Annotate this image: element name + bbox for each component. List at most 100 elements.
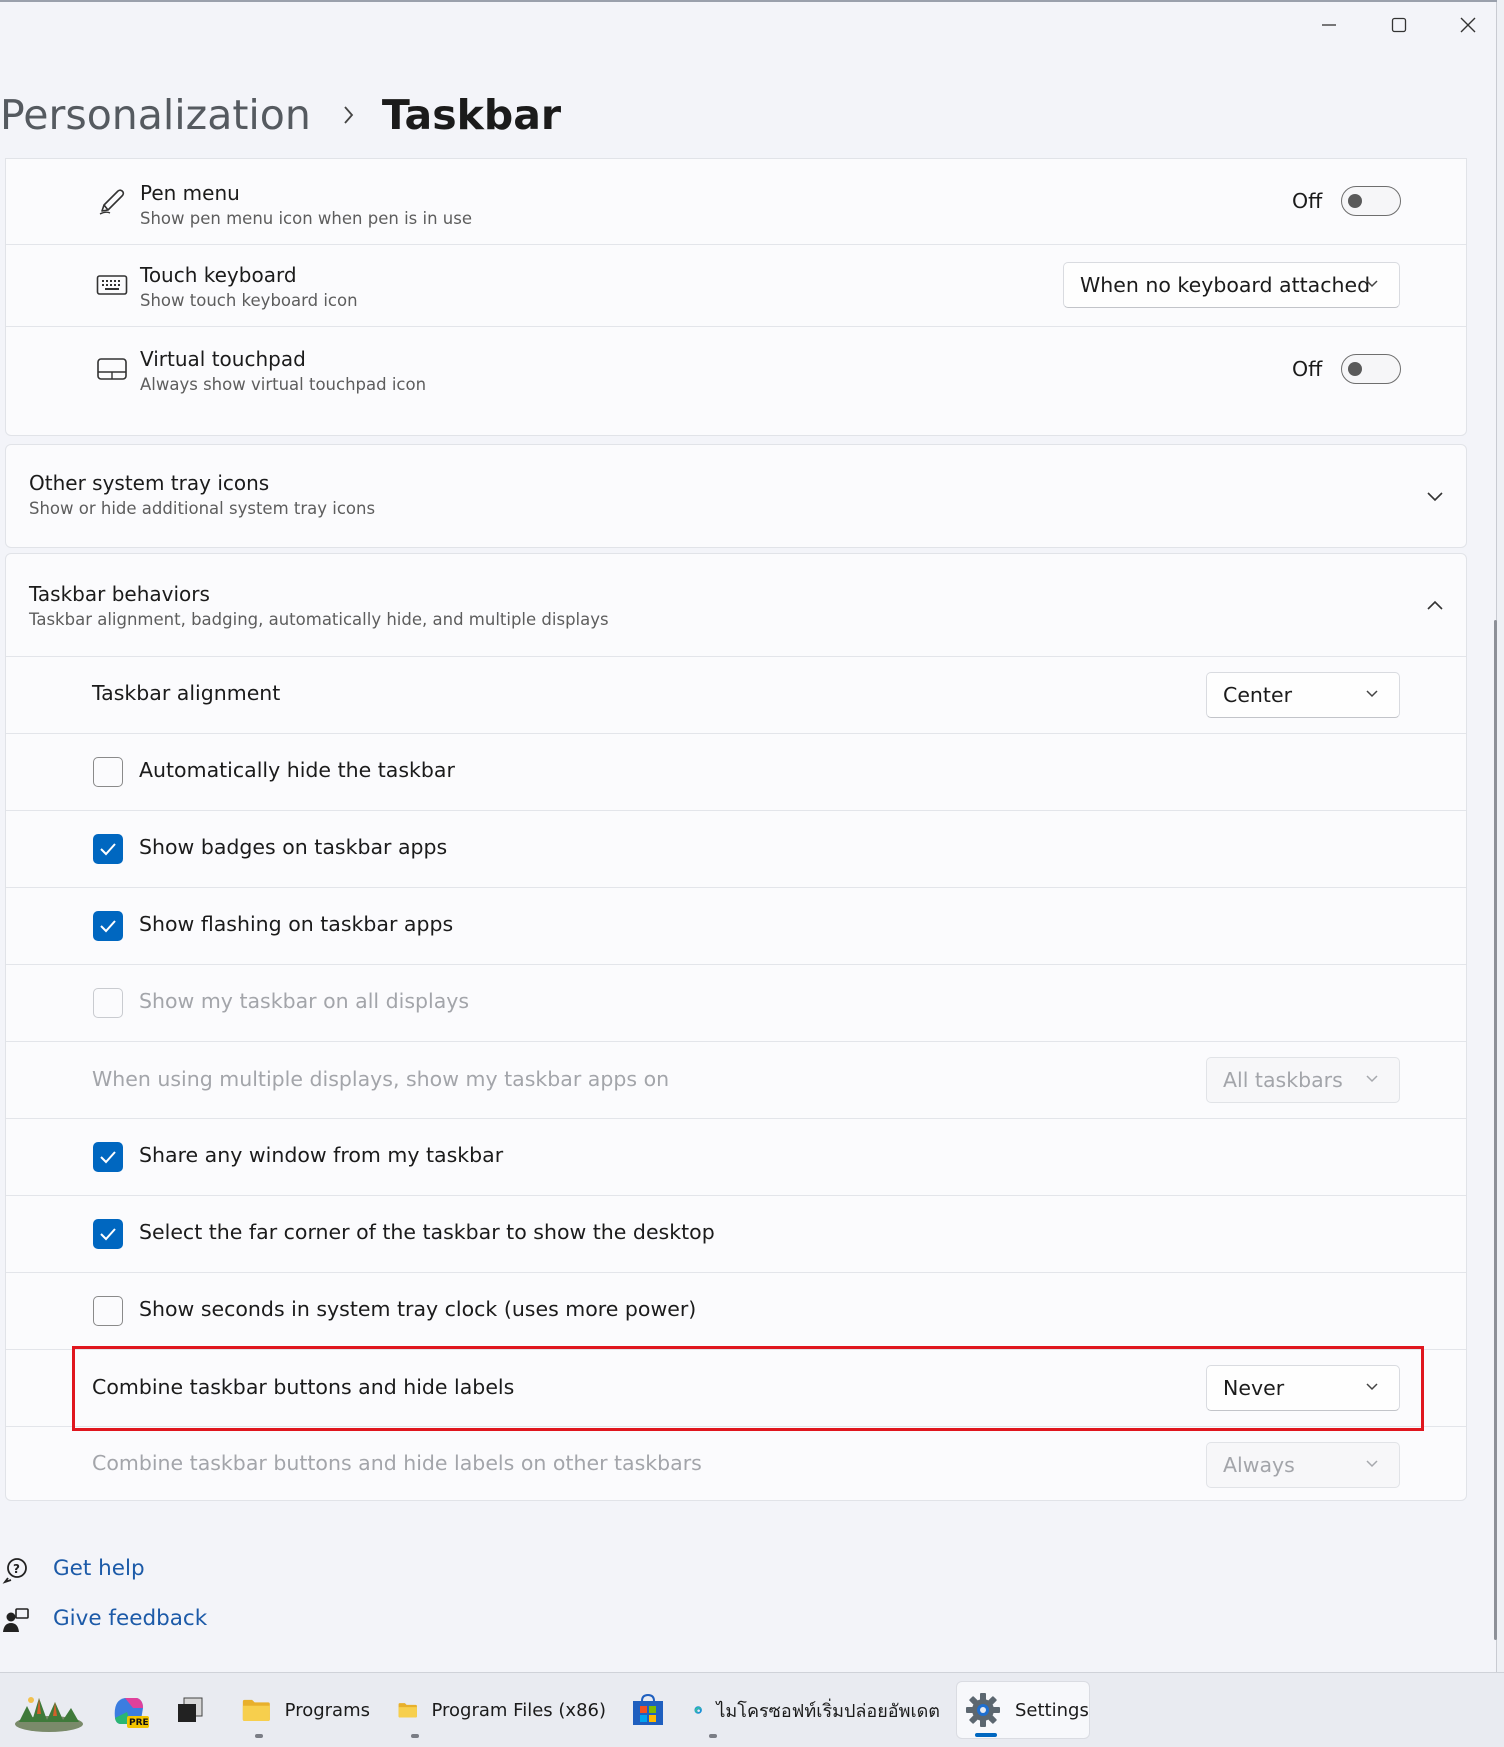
checkbox-row: Show my taskbar on all displays	[6, 965, 1466, 1042]
chevron-down-icon	[1366, 1383, 1378, 1391]
all-displays-checkbox[interactable]	[93, 988, 123, 1018]
keyboard-icon	[94, 267, 130, 303]
checkmark-icon	[100, 920, 116, 933]
checkbox-label: Automatically hide the taskbar	[139, 758, 455, 782]
setting-title: Virtual touchpad	[140, 347, 306, 371]
windows-taskbar: PRE Programs Program Files (x86) ไมโครซอ…	[0, 1672, 1504, 1747]
show-badges-checkbox[interactable]	[93, 834, 123, 864]
checkbox-row: Automatically hide the taskbar	[6, 734, 1466, 811]
window-top-border	[0, 0, 1497, 2]
breadcrumb: Personalization Taskbar	[0, 86, 561, 144]
scrollbar[interactable]	[1494, 620, 1497, 1640]
taskbar-behaviors-card: Taskbar behaviors Taskbar alignment, bad…	[5, 553, 1467, 1501]
minimize-icon	[1322, 24, 1336, 26]
taskbar-behaviors-expander[interactable]: Taskbar behaviors Taskbar alignment, bad…	[6, 554, 1466, 657]
multi-display-label: When using multiple displays, show my ta…	[92, 1067, 670, 1091]
folder-icon	[398, 1703, 417, 1718]
chevron-down-icon	[1366, 690, 1378, 698]
taskbar-app-program-files[interactable]: Program Files (x86)	[394, 1681, 606, 1739]
running-indicator	[411, 1734, 419, 1738]
checkbox-row: Show badges on taskbar apps	[6, 811, 1466, 888]
taskbar-app-label: Program Files (x86)	[431, 1699, 607, 1721]
setting-title: Pen menu	[140, 181, 240, 205]
expander-subtitle: Taskbar alignment, badging, automaticall…	[29, 610, 609, 629]
dropdown-value: All taskbars	[1223, 1068, 1343, 1092]
checkbox-row: Show flashing on taskbar apps	[6, 888, 1466, 965]
settings-window: Personalization Taskbar Pen menu Show pe…	[0, 0, 1497, 1672]
show-seconds-checkbox[interactable]	[93, 1296, 123, 1326]
pen-menu-toggle[interactable]	[1341, 186, 1401, 216]
taskbar-app-edge[interactable]: ไมโครซอฟท์เริ่มปล่อยอัพเดต	[690, 1681, 940, 1739]
checkbox-label: Show my taskbar on all displays	[139, 989, 470, 1013]
taskbar-app-programs[interactable]: Programs	[238, 1681, 370, 1739]
dropdown-value: When no keyboard attached	[1080, 273, 1371, 297]
checkbox-label: Select the far corner of the taskbar to …	[139, 1220, 715, 1244]
chevron-down-icon	[1366, 1460, 1378, 1468]
task-view-button[interactable]	[168, 1681, 212, 1739]
taskbar-app-settings[interactable]: Settings	[956, 1681, 1090, 1739]
copilot-pre-icon: PRE	[114, 1698, 149, 1728]
folder-icon	[242, 1699, 270, 1721]
taskbar-alignment-label: Taskbar alignment	[92, 681, 281, 705]
touchpad-icon	[94, 351, 130, 387]
maximize-icon	[1391, 17, 1407, 33]
share-window-checkbox[interactable]	[93, 1142, 123, 1172]
setting-row-touch-keyboard: Touch keyboard Show touch keyboard icon …	[6, 245, 1466, 327]
combine-buttons-label: Combine taskbar buttons and hide labels	[92, 1375, 515, 1399]
setting-row-pen-menu: Pen menu Show pen menu icon when pen is …	[6, 159, 1466, 245]
minimize-button[interactable]	[1304, 10, 1354, 40]
other-tray-icons-expander[interactable]: Other system tray icons Show or hide add…	[5, 444, 1467, 548]
taskbar-alignment-row: Taskbar alignment Center	[6, 657, 1466, 734]
running-indicator	[255, 1734, 263, 1738]
checkbox-row: Show seconds in system tray clock (uses …	[6, 1273, 1466, 1350]
virtual-touchpad-toggle[interactable]	[1341, 354, 1401, 384]
maximize-button[interactable]	[1374, 10, 1424, 40]
get-help-link[interactable]: Get help	[53, 1556, 145, 1581]
multi-display-dropdown[interactable]: All taskbars	[1206, 1057, 1400, 1103]
show-flashing-checkbox[interactable]	[93, 911, 123, 941]
chevron-down-icon[interactable]	[1426, 491, 1444, 503]
expander-subtitle: Show or hide additional system tray icon…	[29, 499, 376, 518]
toggle-state-text: Off	[1292, 357, 1323, 381]
setting-row-virtual-touchpad: Virtual touchpad Always show virtual tou…	[6, 327, 1466, 435]
touch-keyboard-dropdown[interactable]: When no keyboard attached	[1063, 262, 1400, 308]
checkbox-label: Show flashing on taskbar apps	[139, 912, 454, 936]
expander-title: Other system tray icons	[29, 471, 270, 495]
task-view-icon	[178, 1697, 203, 1722]
close-button[interactable]	[1443, 10, 1493, 40]
toggle-state-text: Off	[1292, 189, 1323, 213]
chevron-up-icon[interactable]	[1426, 599, 1444, 611]
auto-hide-checkbox[interactable]	[93, 757, 123, 787]
combine-other-row: Combine taskbar buttons and hide labels …	[6, 1427, 1466, 1502]
checkmark-icon	[100, 1228, 116, 1241]
chevron-down-icon	[1366, 1075, 1378, 1083]
active-indicator	[975, 1733, 997, 1737]
breadcrumb-chevron-icon	[343, 105, 355, 125]
taskbar-app-label: ไมโครซอฟท์เริ่มปล่อยอัพเดต	[716, 1700, 940, 1722]
edge-icon	[694, 1706, 702, 1714]
microsoft-store-button[interactable]	[626, 1681, 670, 1739]
setting-subtitle: Show pen menu icon when pen is in use	[140, 209, 472, 228]
combine-other-label: Combine taskbar buttons and hide labels …	[92, 1451, 702, 1475]
give-feedback-link[interactable]: Give feedback	[53, 1606, 207, 1631]
combine-other-dropdown[interactable]: Always	[1206, 1442, 1400, 1488]
microsoft-store-icon	[633, 1693, 663, 1725]
checkbox-label: Show seconds in system tray clock (uses …	[139, 1297, 697, 1321]
copilot-button[interactable]: PRE	[104, 1681, 154, 1739]
page-title: Taskbar	[381, 91, 562, 139]
far-corner-desktop-checkbox[interactable]	[93, 1219, 123, 1249]
taskbar-alignment-dropdown[interactable]: Center	[1206, 672, 1400, 718]
settings-gear-icon	[966, 1693, 1000, 1727]
setting-title: Touch keyboard	[140, 263, 297, 287]
running-indicator	[709, 1734, 717, 1738]
toggle-knob	[1348, 362, 1362, 376]
checkbox-label: Share any window from my taskbar	[139, 1143, 504, 1167]
checkbox-row: Share any window from my taskbar	[6, 1119, 1466, 1196]
pen-icon	[94, 183, 130, 219]
checkmark-icon	[100, 1151, 116, 1164]
taskbar-app-label: Programs	[284, 1699, 370, 1721]
breadcrumb-parent[interactable]: Personalization	[0, 91, 311, 139]
combine-buttons-dropdown[interactable]: Never	[1206, 1365, 1400, 1411]
dropdown-value: Never	[1223, 1376, 1285, 1400]
widgets-button[interactable]	[12, 1681, 86, 1739]
